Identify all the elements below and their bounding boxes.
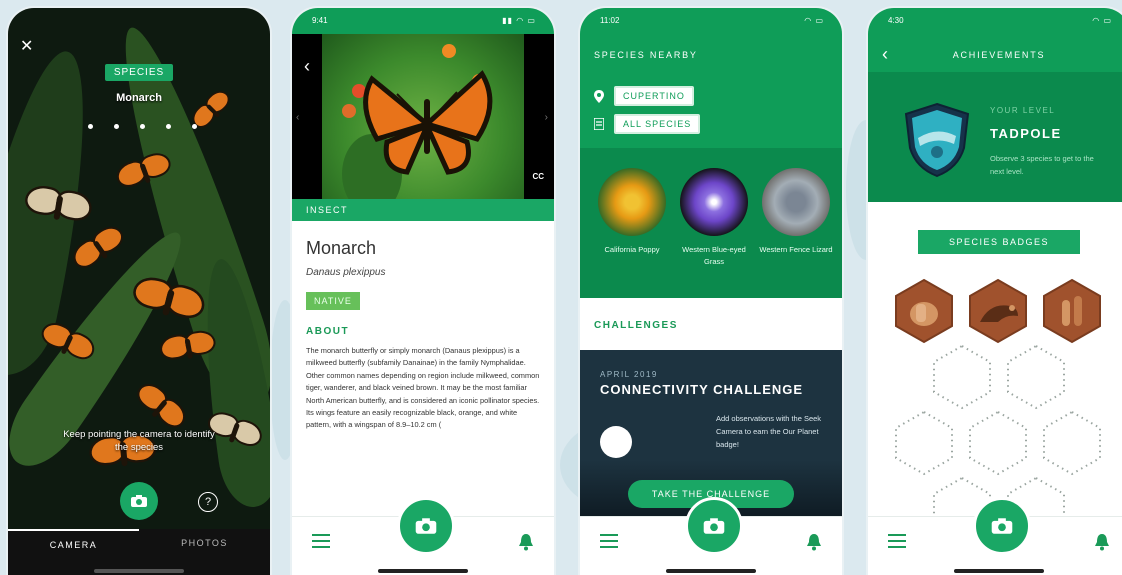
location-chip[interactable]: CUPERTINO: [614, 86, 694, 106]
badge-earned[interactable]: [894, 278, 954, 344]
notifications-button[interactable]: [806, 533, 822, 556]
species-info: Monarch Danaus plexippus NATIVE ABOUT Th…: [306, 230, 540, 432]
status-time: 9:41: [312, 16, 328, 25]
species-filter[interactable]: ALL SPECIES: [594, 114, 701, 134]
status-bar: 9:41 ▮▮ ◠ ▭: [292, 8, 554, 34]
species-scientific-name: Danaus plexippus: [306, 267, 386, 278]
signal-icon: ◠ ▭: [1092, 16, 1112, 25]
page-title: ACHIEVEMENTS: [952, 50, 1046, 60]
open-camera-button[interactable]: [973, 497, 1031, 555]
nearby-species-list: California Poppy Western Blue-eyed Grass…: [580, 148, 842, 298]
signal-icon: ▮▮ ◠ ▭: [502, 16, 536, 25]
location-pin-icon: [594, 89, 604, 103]
signal-icon: ◠ ▭: [804, 16, 824, 25]
bottom-tabbar: [868, 497, 1122, 575]
status-bar: 4:30 ◠ ▭: [868, 8, 1122, 34]
bell-icon: [519, 534, 533, 551]
notifications-button[interactable]: [1094, 533, 1110, 556]
challenge-date: APRIL 2019: [600, 370, 658, 379]
menu-icon[interactable]: [312, 534, 330, 548]
badge-earned[interactable]: [1042, 278, 1102, 344]
license-cc-label[interactable]: CC: [532, 172, 544, 181]
level-label: YOUR LEVEL: [990, 106, 1056, 115]
bottom-tabbar: [292, 497, 554, 575]
status-bar: 11:02 ◠ ▭: [580, 8, 842, 34]
bottom-tabbar: [580, 497, 842, 575]
species-thumb-poppy[interactable]: [598, 168, 666, 236]
badge-locked: [933, 344, 991, 410]
notifications-button[interactable]: [518, 533, 534, 556]
shutter-button[interactable]: [120, 482, 158, 520]
home-indicator: [666, 569, 756, 573]
shield-icon: [904, 102, 970, 178]
level-name: TADPOLE: [990, 126, 1062, 141]
challenge-description: Add observations with the Seek Camera to…: [716, 414, 822, 449]
species-label: California Poppy: [604, 245, 660, 254]
home-indicator: [94, 569, 184, 573]
status-time: 4:30: [888, 16, 904, 25]
camera-icon: [415, 518, 437, 534]
identified-species-name: Monarch: [116, 92, 162, 104]
species-detail-screen: 9:41 ▮▮ ◠ ▭ ‹ ‹ › CC INSECT Monarch Dana…: [292, 8, 554, 575]
challenge-card[interactable]: APRIL 2019 CONNECTIVITY CHALLENGE Add ob…: [580, 350, 842, 520]
species-badges-heading: SPECIES BADGES: [906, 230, 1092, 259]
camera-screen: ✕ SPECIES Monarch Keep pointing the came…: [8, 8, 270, 575]
bell-icon: [807, 534, 821, 551]
species-photo: [322, 34, 524, 199]
species-common-name: Monarch: [306, 238, 377, 258]
bell-icon: [1095, 534, 1109, 551]
species-rank-tag: SPECIES: [104, 64, 174, 81]
species-label: Western Blue-eyed Grass: [682, 245, 746, 266]
camera-icon: [991, 518, 1013, 534]
level-panel: YOUR LEVEL TADPOLE Observe 3 species to …: [868, 72, 1122, 202]
home-indicator: [954, 569, 1044, 573]
camera-icon: [703, 518, 725, 534]
about-heading: ABOUT: [306, 326, 350, 337]
level-description: Observe 3 species to get to the next lev…: [990, 154, 1094, 176]
menu-icon[interactable]: [888, 534, 906, 548]
achievements-screen: 4:30 ◠ ▭ ‹ ACHIEVEMENTS YOUR LEVEL TADPO…: [868, 8, 1122, 575]
species-photo-carousel[interactable]: ‹ ‹ › CC: [292, 34, 554, 199]
carousel-next-icon[interactable]: ›: [545, 112, 548, 123]
page-title: SPECIES NEARBY: [594, 50, 698, 60]
about-text: The monarch butterfly or simply monarch …: [306, 346, 540, 430]
back-icon[interactable]: ‹: [304, 56, 310, 77]
native-status-badge: NATIVE: [306, 292, 360, 310]
menu-icon[interactable]: [600, 534, 618, 548]
camera-icon: [131, 495, 147, 507]
location-filter[interactable]: CUPERTINO: [594, 86, 694, 106]
rank-dots: [88, 124, 198, 130]
challenge-title: CONNECTIVITY CHALLENGE: [600, 382, 804, 397]
our-planet-logo: [600, 426, 632, 458]
badge-locked: [1043, 410, 1101, 476]
carousel-prev-icon[interactable]: ‹: [296, 112, 299, 123]
home-indicator: [378, 569, 468, 573]
challenges-heading: CHALLENGES: [594, 320, 678, 331]
species-nearby-screen: 11:02 ◠ ▭ SPECIES NEARBY CUPERTINO ALL S…: [580, 8, 842, 575]
species-thumb-blue-eyed-grass[interactable]: [680, 168, 748, 236]
butterfly-illustration: [363, 70, 493, 175]
list-icon: [594, 118, 604, 130]
all-species-chip[interactable]: ALL SPECIES: [614, 114, 701, 134]
close-icon[interactable]: ✕: [20, 36, 33, 56]
species-category: INSECT: [292, 199, 554, 221]
status-time: 11:02: [600, 16, 620, 25]
help-icon[interactable]: ?: [198, 492, 218, 512]
species-thumb-fence-lizard[interactable]: [762, 168, 830, 236]
camera-hint: Keep pointing the camera to identify the…: [63, 429, 215, 453]
badge-locked: [895, 410, 953, 476]
badge-earned[interactable]: [968, 278, 1028, 344]
species-label: Western Fence Lizard: [759, 245, 833, 254]
open-camera-button[interactable]: [685, 497, 743, 555]
badge-locked: [969, 410, 1027, 476]
open-camera-button[interactable]: [397, 497, 455, 555]
badge-locked: [1007, 344, 1065, 410]
